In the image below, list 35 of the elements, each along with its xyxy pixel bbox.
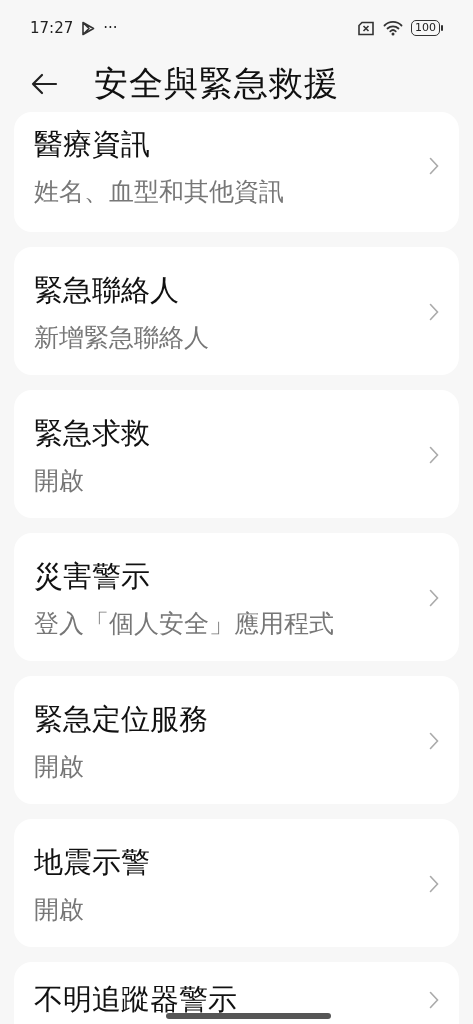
more-notifications: ··· [103,19,118,37]
chevron-right-icon [429,589,439,607]
item-subtitle: 開啟 [34,464,84,497]
settings-item[interactable]: 災害警示 登入「個人安全」應用程式 [14,533,459,661]
settings-item[interactable]: 緊急定位服務 開啟 [14,676,459,804]
settings-item[interactable]: 地震示警 開啟 [14,819,459,947]
back-button[interactable] [30,73,58,95]
play-icon [81,20,96,36]
item-title: 緊急聯絡人 [34,271,179,309]
item-subtitle: 姓名、血型和其他資訊 [34,175,284,208]
chevron-right-icon [429,303,439,321]
chevron-right-icon [429,875,439,893]
chevron-right-icon [429,157,439,175]
item-subtitle: 新增緊急聯絡人 [34,321,209,354]
no-sim-icon [357,20,375,36]
item-title: 緊急求救 [34,414,150,452]
settings-item[interactable]: 不明追蹤器警示 [14,962,459,1024]
wifi-icon [383,20,403,36]
item-title: 緊急定位服務 [34,700,208,738]
item-title: 災害警示 [34,557,150,595]
item-title: 醫療資訊 [34,125,150,163]
item-subtitle: 開啟 [34,893,84,926]
item-subtitle: 開啟 [34,750,84,783]
status-time: 17:27 [30,19,74,37]
settings-item[interactable]: 緊急聯絡人 新增緊急聯絡人 [14,247,459,375]
settings-item[interactable]: 緊急求救 開啟 [14,390,459,518]
chevron-right-icon [429,991,439,1009]
page-title: 安全與緊急救援 [94,62,339,105]
item-subtitle: 登入「個人安全」應用程式 [34,607,334,640]
chevron-right-icon [429,446,439,464]
item-title: 地震示警 [34,843,150,881]
battery-level: 100 [411,20,440,36]
item-title: 不明追蹤器警示 [34,981,237,1018]
chevron-right-icon [429,732,439,750]
settings-item[interactable]: 醫療資訊 姓名、血型和其他資訊 [14,112,459,232]
